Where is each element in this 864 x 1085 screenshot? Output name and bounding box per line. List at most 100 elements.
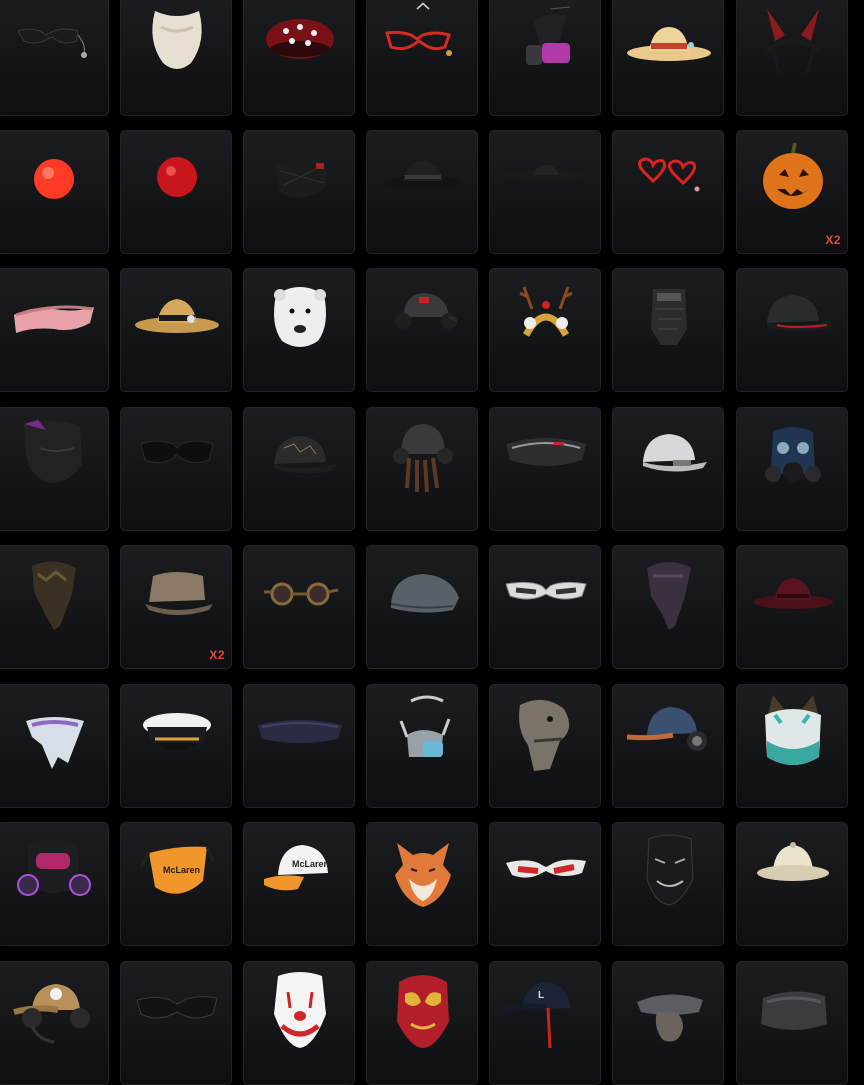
white-scarf-icon: [26, 717, 84, 769]
inventory-slot[interactable]: McLaren: [120, 822, 232, 946]
dark-red-clown-nose-icon: [157, 157, 197, 197]
dreadlocks-helmet-icon: [393, 424, 453, 493]
white-sport-sunglasses-icon: [505, 581, 587, 600]
inventory-slot[interactable]: [366, 822, 478, 946]
inventory-slot[interactable]: [489, 822, 601, 946]
inventory-slot[interactable]: [243, 268, 355, 392]
inventory-slot[interactable]: [489, 684, 601, 808]
inventory-slot[interactable]: [243, 684, 355, 808]
pith-helmet-icon: [757, 842, 829, 881]
inventory-slot[interactable]: [366, 407, 478, 531]
inventory-slot[interactable]: [0, 130, 109, 254]
scroll-up-chevron-icon[interactable]: [413, 0, 433, 12]
black-fedora-icon: [383, 161, 463, 190]
black-glasses-chain-icon: [17, 28, 87, 58]
inventory-slot[interactable]: [612, 822, 724, 946]
red-heart-glasses-icon: [638, 157, 700, 192]
red-clown-nose-icon: [34, 159, 74, 199]
item-count-badge: X2: [209, 648, 225, 662]
inventory-slot[interactable]: [736, 407, 848, 531]
inventory-slot[interactable]: [736, 545, 848, 669]
inventory-slot[interactable]: X2: [736, 130, 848, 254]
svg-text:McLaren: McLaren: [163, 865, 200, 875]
inventory-slot[interactable]: [0, 407, 109, 531]
pink-gas-mask-icon: [526, 6, 571, 65]
cracked-black-cap-icon: [274, 436, 338, 474]
inventory-slot[interactable]: [120, 961, 232, 1085]
inventory-slot[interactable]: [736, 684, 848, 808]
polar-bear-mask-icon: [274, 287, 326, 347]
inventory-slot[interactable]: [366, 268, 478, 392]
inventory-grid: X2 X2 McLaren McLaren L: [0, 0, 864, 1085]
teal-cat-ear-wig-icon: [765, 695, 821, 765]
inventory-slot[interactable]: [612, 961, 724, 1085]
white-beard-icon: [152, 11, 202, 69]
inventory-slot[interactable]: [366, 961, 478, 1085]
inventory-slot[interactable]: [0, 0, 109, 116]
svg-text:McLaren: McLaren: [292, 859, 329, 869]
black-wide-brim-hat-icon: [504, 165, 588, 181]
inventory-slot[interactable]: [612, 130, 724, 254]
inventory-slot[interactable]: [0, 961, 109, 1085]
inventory-slot[interactable]: [243, 130, 355, 254]
clown-mask-icon: [274, 972, 326, 1048]
inventory-slot[interactable]: [612, 545, 724, 669]
inventory-slot[interactable]: [489, 130, 601, 254]
inventory-slot[interactable]: [120, 407, 232, 531]
black-smile-mask-icon: [646, 834, 694, 906]
inventory-slot[interactable]: [243, 961, 355, 1085]
inventory-slot[interactable]: [120, 130, 232, 254]
fox-head-icon: [395, 843, 451, 907]
inventory-slot[interactable]: [612, 407, 724, 531]
red-sport-sunglasses-icon: [506, 859, 586, 878]
inventory-slot[interactable]: [612, 268, 724, 392]
mclaren-cap-icon: McLaren: [264, 845, 329, 891]
inventory-slot[interactable]: [243, 0, 355, 116]
pink-sleep-mask-icon: [14, 305, 94, 333]
fur-ushanka-hat-icon: [761, 991, 827, 1030]
inventory-slot[interactable]: [0, 545, 109, 669]
inventory-slot[interactable]: [120, 0, 232, 116]
inventory-slot[interactable]: [489, 407, 601, 531]
tan-cap-headset-icon: [13, 984, 90, 1044]
inventory-slot[interactable]: [489, 268, 601, 392]
navy-visor-icon: [258, 720, 342, 743]
neon-gas-mask-icon: [17, 839, 91, 896]
inventory-slot[interactable]: [366, 545, 478, 669]
metal-face-guard-icon: [651, 289, 687, 345]
inventory-slot[interactable]: [366, 0, 478, 116]
denim-cap-headphones-icon: [626, 707, 707, 751]
inventory-slot[interactable]: [612, 684, 724, 808]
inventory-slot[interactable]: [0, 684, 109, 808]
inventory-slot[interactable]: [120, 268, 232, 392]
inventory-slot[interactable]: McLaren: [243, 822, 355, 946]
gray-cap-headphones-icon: [395, 293, 458, 329]
inventory-slot[interactable]: [489, 0, 601, 116]
luchador-mask-icon: [397, 975, 449, 1048]
inventory-slot[interactable]: [243, 407, 355, 531]
inventory-slot[interactable]: [736, 268, 848, 392]
inventory-slot[interactable]: [243, 545, 355, 669]
inventory-slot[interactable]: [736, 961, 848, 1085]
inventory-slot[interactable]: [612, 0, 724, 116]
red-flower-beret-icon: [266, 19, 334, 59]
straw-sun-hat-icon: [627, 27, 711, 61]
svg-text:L: L: [538, 990, 544, 1001]
inventory-slot[interactable]: [120, 684, 232, 808]
navy-cap-red-strap-icon: L: [503, 982, 570, 1049]
inventory-slot[interactable]: [366, 684, 478, 808]
red-glasses-icon: [385, 30, 452, 56]
inventory-slot[interactable]: [736, 0, 848, 116]
white-cap-icon: [643, 434, 707, 472]
dinosaur-head-icon: [519, 699, 570, 771]
inventory-slot[interactable]: L: [489, 961, 601, 1085]
inventory-slot[interactable]: [0, 268, 109, 392]
inventory-slot[interactable]: [0, 822, 109, 946]
dark-baseball-cap-icon: [767, 295, 833, 331]
inventory-slot[interactable]: [489, 545, 601, 669]
chrome-visor-glasses-icon: [506, 438, 586, 466]
blue-gas-mask-icon: [765, 427, 821, 482]
inventory-slot[interactable]: X2: [120, 545, 232, 669]
inventory-slot[interactable]: [366, 130, 478, 254]
inventory-slot[interactable]: [736, 822, 848, 946]
